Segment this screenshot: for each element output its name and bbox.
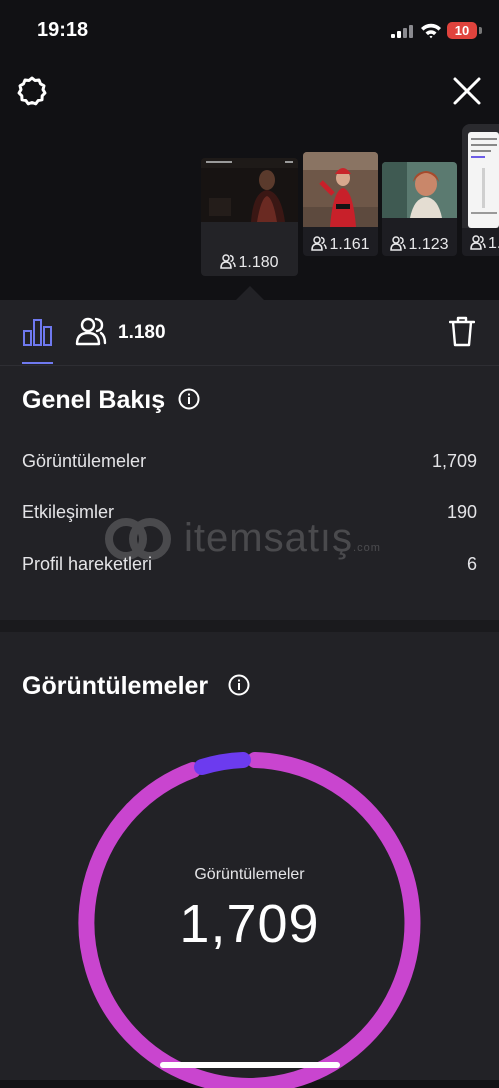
overview-row-value: 1,709 [431, 451, 477, 471]
active-tab-indicator [22, 362, 53, 364]
donut-label: Görüntülemeler [194, 866, 305, 883]
story-viewers-count: 1.161 [329, 236, 370, 253]
watermark-domain: .com [353, 542, 381, 554]
home-indicator [160, 1062, 340, 1068]
settings-gear-icon[interactable] [16, 75, 48, 107]
section-gap [0, 620, 499, 632]
insights-panel: 1.180 Genel Bakış Görüntülemeler 1,709 E… [0, 300, 499, 620]
watermark-logo [105, 518, 171, 560]
story-thumbnail [201, 158, 298, 222]
status-bar: 19:18 10 [0, 0, 499, 60]
story-viewers-count: 1.180 [238, 254, 279, 271]
overview-row-label: Etkileşimler [22, 502, 115, 522]
story-thumbnail [382, 162, 457, 218]
story-viewers: 1.180 [201, 253, 298, 272]
story-viewers: 1.161 [303, 235, 378, 254]
story-thumbnail [303, 152, 378, 227]
cellular-signal-icon [391, 25, 413, 38]
close-icon[interactable] [452, 76, 482, 106]
overview-title: Genel Bakış [22, 386, 166, 414]
overview-row-value: 6 [466, 554, 477, 574]
viewers-icon [390, 236, 407, 251]
views-title: Görüntülemeler [22, 672, 209, 700]
viewers-tab-count[interactable]: 1.180 [118, 322, 166, 344]
trash-icon[interactable] [449, 315, 475, 347]
info-icon[interactable] [228, 674, 250, 696]
overview-row-value: 190 [446, 502, 477, 522]
tab-divider [0, 365, 499, 366]
watermark-brand: itemsatış [184, 516, 354, 560]
story-viewers-count: 1.123 [408, 236, 449, 253]
story-item-3[interactable]: 1.123 [382, 162, 457, 256]
wifi-icon [421, 23, 441, 39]
battery-icon: 10 [447, 22, 477, 39]
viewers-icon [220, 254, 237, 269]
story-viewers: 1. [470, 234, 499, 253]
info-icon[interactable] [178, 388, 200, 410]
battery-nub [479, 27, 482, 34]
insights-tab-bar: 1.180 [0, 300, 499, 365]
viewers-icon[interactable] [75, 315, 107, 347]
story-item-4[interactable]: 1. [462, 124, 499, 256]
donut-value: 1,709 [179, 894, 320, 954]
donut-secondary-segment [194, 752, 251, 775]
story-viewers-count: 1. [488, 235, 499, 252]
story-viewers: 1.123 [382, 235, 457, 254]
bar-chart-icon[interactable] [22, 317, 53, 347]
status-time: 19:18 [37, 19, 89, 41]
story-thumbnail [462, 124, 499, 228]
story-item-1[interactable]: 1.180 [201, 158, 298, 276]
overview-row-label: Görüntülemeler [22, 451, 147, 471]
watermark: itemsatış.com [104, 514, 404, 564]
viewers-icon [311, 236, 328, 251]
viewers-icon [470, 235, 486, 250]
watermark-text: itemsatış.com [184, 516, 381, 561]
story-item-2[interactable]: 1.161 [303, 152, 378, 256]
selected-story-pointer [236, 286, 264, 300]
stories-header: 19:18 10 1.180 1.161 1.123 1 [0, 0, 499, 300]
